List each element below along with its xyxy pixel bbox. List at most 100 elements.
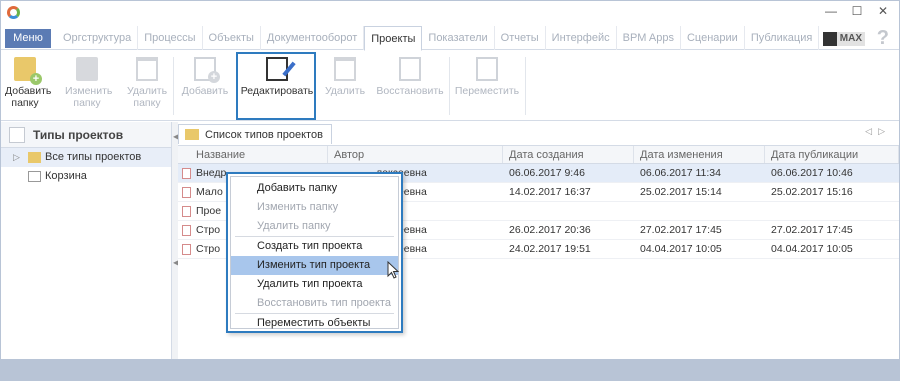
menu-item-add-folder[interactable]: Добавить папку (231, 179, 398, 198)
tree-item-trash[interactable]: Корзина (1, 167, 171, 186)
column-created[interactable]: Дата создания (503, 146, 634, 163)
cell-modified: 04.04.2017 10:05 (640, 243, 722, 255)
document-icon (182, 187, 191, 198)
close-button[interactable]: ✕ (877, 4, 889, 18)
status-bar (0, 359, 900, 381)
ribbon-separator (449, 57, 450, 115)
document-icon (182, 225, 191, 236)
tab-orgstructure[interactable]: Оргструктура (57, 26, 139, 50)
context-menu-body: Добавить папку Изменить папку Удалить па… (230, 176, 399, 329)
menu-item-delete-folder[interactable]: Удалить папку (231, 217, 398, 236)
restore-icon (399, 57, 421, 81)
tab-project-types-list[interactable]: Список типов проектов (178, 124, 332, 144)
menu-item-restore-type[interactable]: Восстановить тип проекта (231, 294, 398, 313)
cell-modified: 27.02.2017 17:45 (640, 224, 722, 236)
delete-label: Удалить (324, 85, 366, 97)
folder-icon (28, 152, 41, 163)
menu-item-delete-type[interactable]: Удалить тип проекта (231, 275, 398, 294)
context-menu: Добавить папку Изменить папку Удалить па… (226, 172, 403, 333)
tab-scenarios[interactable]: Сценарии (681, 26, 745, 50)
move-label: Переместить (454, 85, 520, 97)
help-icon[interactable]: ? (877, 27, 889, 50)
mouse-cursor-icon (387, 261, 400, 279)
tab-reports[interactable]: Отчеты (495, 26, 546, 50)
maximize-button[interactable]: ☐ (851, 4, 863, 18)
ribbon-separator (173, 57, 174, 115)
cell-created: 06.06.2017 9:46 (509, 167, 585, 179)
tab-bpm-apps[interactable]: BPM Apps (617, 26, 681, 50)
menu-bar: Меню Оргструктура Процессы Объекты Докум… (1, 26, 899, 51)
expand-icon[interactable]: ▷ (13, 148, 20, 167)
tree-item-label: Корзина (45, 170, 87, 182)
app-window: — ☐ ✕ Меню Оргструктура Процессы Объекты… (0, 0, 900, 360)
tab-objects[interactable]: Объекты (203, 26, 261, 50)
tab-label: Список типов проектов (205, 129, 323, 141)
cell-published: 27.02.2017 17:45 (771, 224, 853, 236)
tab-interface[interactable]: Интерфейс (546, 26, 617, 50)
panel-header: Типы проектов (1, 122, 171, 148)
menu-item-edit-type[interactable]: Изменить тип проекта (231, 256, 398, 275)
edit-button-highlight (236, 52, 316, 120)
ribbon-separator (525, 57, 526, 115)
tab-processes[interactable]: Процессы (138, 26, 203, 50)
tab-indicators[interactable]: Показатели (422, 26, 495, 50)
menu-item-move-objects[interactable]: Переместить объекты (231, 314, 398, 333)
edit-folder-button[interactable]: Изменить папку (65, 55, 113, 115)
document-icon (182, 206, 191, 217)
add-folder-label: Добавить папку (5, 85, 52, 109)
tab-publication[interactable]: Публикация (745, 26, 820, 50)
cell-modified: 06.06.2017 11:34 (640, 167, 721, 179)
project-types-panel: Типы проектов ▷ Все типы проектов Корзин… (1, 122, 172, 360)
folder-add-icon: + (14, 57, 42, 85)
add-label: Добавить (181, 85, 229, 97)
tree-item-all-types[interactable]: ▷ Все типы проектов (1, 148, 171, 167)
move-icon (476, 57, 498, 81)
column-published[interactable]: Дата публикации (765, 146, 899, 163)
column-author[interactable]: Автор (328, 146, 503, 163)
document-add-icon: + (194, 57, 220, 83)
cell-created: 24.02.2017 19:51 (509, 243, 591, 255)
move-button[interactable]: Переместить (453, 55, 521, 115)
menu-item-edit-folder[interactable]: Изменить папку (231, 198, 398, 217)
folder-delete-icon (136, 57, 158, 81)
max-badge: MAX (823, 32, 865, 46)
menu-item-create-type[interactable]: Создать тип проекта (231, 237, 398, 256)
folder-edit-icon (76, 57, 98, 81)
trash-icon (334, 57, 356, 81)
column-modified[interactable]: Дата изменения (634, 146, 765, 163)
title-bar: — ☐ ✕ (1, 1, 899, 25)
restore-button[interactable]: Восстановить (375, 55, 445, 115)
document-icon (182, 244, 191, 255)
main-menu-button[interactable]: Меню (5, 29, 51, 48)
cell-modified (634, 202, 765, 220)
minimize-button[interactable]: — (825, 4, 837, 18)
tab-projects[interactable]: Проекты (364, 26, 423, 51)
add-button[interactable]: + Добавить (181, 55, 229, 115)
cell-created: 26.02.2017 20:36 (509, 224, 591, 236)
delete-folder-label: Удалить папку (127, 85, 168, 109)
column-name[interactable]: Название (178, 146, 328, 163)
folder-icon (185, 129, 199, 140)
add-folder-button[interactable]: + Добавить папку (5, 55, 51, 115)
window-controls: — ☐ ✕ (825, 4, 889, 18)
delete-button[interactable]: Удалить (323, 55, 367, 115)
tab-scroll-arrows[interactable]: ◁▷ (865, 126, 891, 137)
table-header: Название Автор Дата создания Дата измене… (178, 146, 899, 164)
cell-modified: 25.02.2017 15:14 (640, 186, 722, 198)
restore-label: Восстановить (376, 85, 444, 97)
delete-folder-button[interactable]: Удалить папку (127, 55, 167, 115)
cell-published: 25.02.2017 15:16 (771, 186, 853, 198)
cell-published: 06.06.2017 10:46 (771, 167, 853, 179)
cell-published: 04.04.2017 10:05 (771, 243, 853, 255)
tab-document-flow[interactable]: Документооборот (261, 26, 365, 50)
panel-title: Типы проектов (33, 128, 124, 142)
project-types-icon (9, 127, 25, 143)
document-icon (182, 168, 191, 179)
cell-published (765, 202, 899, 220)
trash-icon (28, 171, 41, 182)
tree-item-label: Все типы проектов (45, 151, 142, 163)
ribbon-toolbar: + Добавить папку Изменить папку Удалить … (1, 51, 899, 121)
app-logo-icon (7, 6, 20, 19)
cell-created (503, 202, 634, 220)
edit-folder-label: Изменить папку (65, 85, 113, 109)
